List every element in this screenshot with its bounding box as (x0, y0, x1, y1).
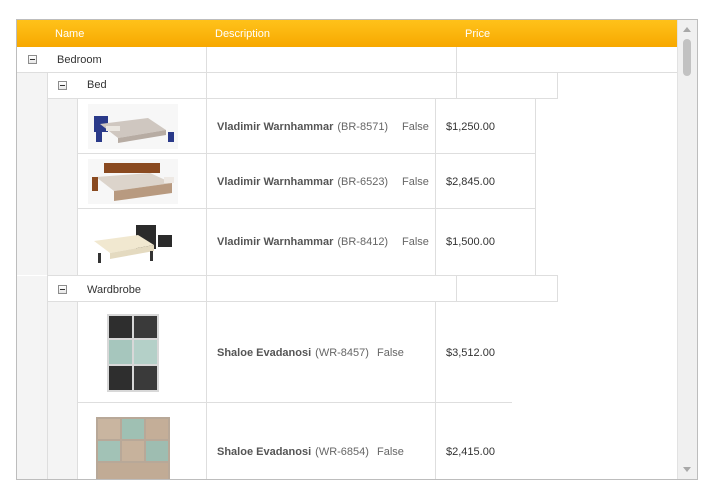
product-flag: False (377, 347, 404, 359)
product-name: Vladimir Warnhammar (BR-6523) (217, 176, 389, 188)
group-row-wardrobe: Wardbrobe (47, 276, 557, 301)
product-price: $3,512.00 (446, 347, 495, 359)
product-name: Vladimir Warnhammar (BR-8571) (217, 121, 389, 133)
table-row[interactable]: Vladimir Warnhammar (BR-8412) False $1,50… (78, 209, 535, 275)
product-image (88, 104, 178, 149)
product-flag: False (402, 236, 429, 248)
product-image (94, 415, 172, 479)
collapse-wardrobe-icon[interactable] (58, 285, 67, 294)
scroll-down-arrow-icon[interactable] (683, 467, 691, 472)
group-label-wardrobe: Wardbrobe (87, 284, 142, 296)
group-row-bedroom: Bedroom (17, 47, 678, 72)
product-price: $1,500.00 (446, 236, 495, 248)
product-image (88, 159, 178, 204)
scrollbar-thumb[interactable] (683, 39, 691, 76)
column-header-description[interactable]: Description (215, 28, 270, 40)
group-label-bed: Bed (87, 79, 107, 91)
group-row-bed: Bed (47, 73, 557, 98)
column-header-price[interactable]: Price (465, 28, 490, 40)
grid-header: Name Description Price (17, 20, 678, 47)
vertical-scrollbar[interactable] (677, 20, 697, 479)
table-row[interactable]: Vladimir Warnhammar (BR-8571) False $1,25… (78, 99, 535, 154)
product-flag: False (402, 176, 429, 188)
column-header-name[interactable]: Name (55, 28, 84, 40)
product-image (103, 312, 163, 394)
collapse-bed-icon[interactable] (58, 81, 67, 90)
product-name: Shaloe Evadanosi (WR-6854) (217, 446, 369, 458)
product-flag: False (377, 446, 404, 458)
table-row[interactable]: Shaloe Evadanosi (WR-8457) False $3,512.0… (78, 302, 512, 403)
product-price: $2,415.00 (446, 446, 495, 458)
collapse-bedroom-icon[interactable] (28, 55, 37, 64)
product-image (88, 221, 178, 265)
group-label-bedroom: Bedroom (57, 54, 102, 66)
product-price: $2,845.00 (446, 176, 495, 188)
table-row[interactable]: Vladimir Warnhammar (BR-6523) False $2,84… (78, 154, 535, 209)
product-flag: False (402, 121, 429, 133)
product-price: $1,250.00 (446, 121, 495, 133)
product-name: Vladimir Warnhammar (BR-8412) (217, 236, 389, 248)
tree-list-grid: Name Description Price Bedroom Bed Vladi… (16, 19, 698, 480)
product-name: Shaloe Evadanosi (WR-8457) (217, 347, 369, 359)
scroll-up-arrow-icon[interactable] (683, 27, 691, 32)
table-row[interactable]: Shaloe Evadanosi (WR-6854) False $2,415.0… (78, 403, 512, 479)
